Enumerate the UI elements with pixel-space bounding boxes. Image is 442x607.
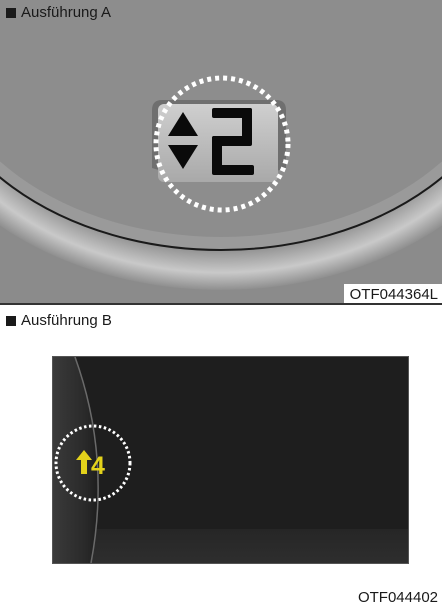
screen-bottom-band — [53, 529, 408, 563]
cluster-lcd-screen: 4 — [52, 356, 409, 564]
variant-b-label: Ausführung B — [6, 312, 112, 329]
variant-a-illustration — [0, 0, 442, 290]
variant-b-title: Ausführung B — [21, 312, 112, 329]
variant-a-code: OTF044364L — [343, 284, 442, 304]
variant-b-code: OTF044402 — [357, 589, 438, 606]
variant-a-label: Ausführung A — [6, 4, 111, 21]
variant-a-title: Ausführung A — [21, 4, 112, 21]
square-bullet-icon — [6, 315, 16, 326]
variant-b-illustration: 4 — [53, 357, 408, 563]
square-bullet-icon — [6, 7, 16, 18]
variant-a-panel: Ausführung A OTF044364L — [0, 0, 442, 304]
gear-number: 4 — [91, 452, 105, 480]
variant-b-panel: Ausführung B 4 OTF044402 — [0, 305, 442, 607]
